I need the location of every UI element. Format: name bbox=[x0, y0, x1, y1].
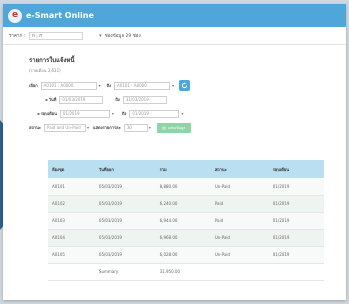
cell-status: Un-Paid bbox=[214, 183, 231, 189]
to-label: ถึง bbox=[106, 83, 112, 88]
cell-issue-date: 05/03/2019 bbox=[98, 201, 122, 206]
chevron-down-icon[interactable]: ▾ bbox=[172, 83, 174, 88]
cell-room: A0105 bbox=[52, 252, 65, 257]
title-bar: e e-Smart Online bbox=[3, 4, 346, 27]
app-title: e-Smart Online bbox=[26, 11, 94, 20]
calendar-icon: ▪ bbox=[37, 111, 40, 116]
cell-room: A0103 bbox=[52, 218, 65, 223]
start-date-label: วันที่ bbox=[48, 97, 57, 102]
cell-status: Paid bbox=[214, 201, 224, 206]
month-to-label: ถึง bbox=[121, 111, 127, 116]
cell-room: A0104 bbox=[52, 235, 65, 240]
table-row[interactable]: A0101 05/03/2019 8,880.00 Un-Paid 01/201… bbox=[48, 178, 324, 195]
app-logo-icon: e bbox=[8, 8, 22, 23]
top-dropdown-text[interactable]: ช่องข้อมูล 29 ช่อง bbox=[105, 32, 141, 39]
cell-issue-date: 05/03/2019 bbox=[98, 235, 122, 240]
show-data-button[interactable]: ▤ แสดงข้อมูล bbox=[156, 122, 191, 133]
summary-label: Summary bbox=[94, 263, 156, 280]
page-size-select[interactable]: 30 bbox=[123, 123, 148, 132]
page-subtitle: (รายเดือน 3,611) bbox=[29, 68, 61, 73]
header-billing-month[interactable]: รอบเดือน bbox=[269, 160, 324, 178]
cell-billing-month: 01/2019 bbox=[272, 252, 290, 257]
search-button[interactable] bbox=[179, 80, 191, 91]
content-area: รายการใบแจ้งหนี้ (รายเดือน 3,611) เลือก … bbox=[3, 45, 346, 133]
start-date-field[interactable]: 01/03/2019 bbox=[59, 95, 104, 104]
filter-row-status: สถานะ Paid and Un-Paid ▾ แสดงรายการละ 30… bbox=[29, 122, 346, 133]
chevron-down-icon[interactable]: ▾ bbox=[87, 125, 89, 130]
page-size-label: แสดงรายการละ bbox=[93, 125, 121, 130]
cell-billing-month: 01/2019 bbox=[272, 201, 290, 206]
cell-status: Un-Paid bbox=[214, 252, 231, 257]
month-to-select[interactable]: 01/2019 bbox=[129, 109, 180, 118]
filter-row-month: ▪ รอบเดือน 01/2019 ▾ ถึง 01/2019 ▾ bbox=[29, 108, 346, 119]
top-filter-select[interactable]: ก ; ก bbox=[29, 31, 84, 40]
cell-billing-month: 01/2019 bbox=[272, 183, 290, 189]
cell-room: A0101 bbox=[52, 183, 65, 189]
chevron-down-icon[interactable]: ▾ bbox=[99, 33, 102, 39]
chevron-down-icon[interactable]: ▾ bbox=[99, 83, 101, 88]
chevron-down-icon[interactable]: ▾ bbox=[112, 111, 114, 116]
cell-total: 8,880.00 bbox=[159, 183, 178, 189]
cell-room: A0102 bbox=[52, 201, 65, 206]
header-total[interactable]: รวม bbox=[156, 160, 211, 178]
table-row[interactable]: A0105 05/03/2019 6,028.00 Un-Paid 01/201… bbox=[48, 246, 324, 263]
page-title: รายการใบแจ้งหนี้ bbox=[29, 57, 75, 64]
status-label: สถานะ bbox=[29, 125, 41, 130]
cell-total: 6,968.00 bbox=[159, 235, 178, 240]
table-header-row: ห้องชุด วันที่ออก รวม สถานะ รอบเดือน bbox=[48, 160, 324, 178]
header-issue-date[interactable]: วันที่ออก bbox=[95, 160, 156, 178]
table-row[interactable]: A0104 05/03/2019 6,968.00 Un-Paid 01/201… bbox=[48, 229, 324, 246]
header-room[interactable]: ห้องชุด bbox=[48, 160, 95, 178]
cell-total: 6,028.00 bbox=[159, 252, 178, 257]
cell-status: Paid bbox=[214, 218, 224, 223]
month-label: รอบเดือน bbox=[40, 111, 57, 116]
end-date-field[interactable]: 31/03/2019 bbox=[122, 95, 167, 104]
top-filter-label: ราคาก : bbox=[9, 34, 26, 39]
table-row[interactable]: A0103 05/03/2019 6,944.00 Paid 01/2019 bbox=[48, 212, 324, 229]
list-icon: ▤ bbox=[162, 125, 166, 130]
cell-issue-date: 05/03/2019 bbox=[98, 218, 122, 223]
calendar-icon: ▪ bbox=[45, 97, 48, 102]
cell-issue-date: 05/03/2019 bbox=[98, 252, 122, 257]
from-label: เลือก bbox=[29, 83, 38, 88]
summary-value: 31,950.00 bbox=[155, 263, 211, 280]
header-status[interactable]: สถานะ bbox=[211, 160, 269, 178]
cell-issue-date: 05/03/2019 bbox=[98, 183, 122, 189]
cell-total: 6,944.00 bbox=[159, 218, 178, 223]
cell-billing-month: 01/2019 bbox=[272, 235, 290, 240]
to-select[interactable]: A0101 : A0000 bbox=[114, 81, 171, 90]
top-filter-bar: ราคาก : ก ; ก ▾ ช่องข้อมูล 29 ช่อง bbox=[3, 27, 346, 45]
cell-billing-month: 01/2019 bbox=[272, 218, 290, 223]
summary-row: Summary 31,950.00 bbox=[48, 263, 324, 280]
status-select[interactable]: Paid and Un-Paid bbox=[44, 123, 86, 132]
filter-row-range: เลือก A0101 : A0000 ▾ ถึง A0101 : A0000 … bbox=[29, 80, 346, 91]
end-date-label: ถึง bbox=[115, 97, 120, 102]
cell-total: 6,240.00 bbox=[159, 201, 178, 206]
filter-row-date: ▪ วันที่ 01/03/2019 ถึง 31/03/2019 bbox=[29, 94, 346, 105]
chevron-down-icon[interactable]: ▾ bbox=[181, 111, 183, 116]
month-from-select[interactable]: 01/2019 bbox=[59, 109, 110, 118]
from-select[interactable]: A0101 : A0000 bbox=[40, 81, 97, 90]
invoice-table: ห้องชุด วันที่ออก รวม สถานะ รอบเดือน A01… bbox=[48, 160, 324, 281]
chevron-down-icon[interactable]: ▾ bbox=[149, 125, 151, 130]
cell-status: Un-Paid bbox=[214, 235, 231, 240]
table-row[interactable]: A0102 05/03/2019 6,240.00 Paid 01/2019 bbox=[48, 195, 324, 212]
refresh-icon bbox=[181, 82, 188, 89]
